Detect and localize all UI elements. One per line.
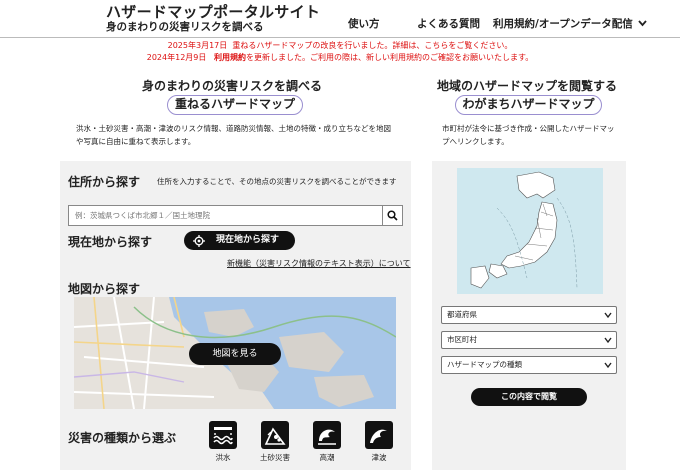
landslide-label: 土砂災害 xyxy=(260,453,290,462)
prefecture-select-value: 都道府県 xyxy=(447,310,477,319)
view-by-selection-button[interactable]: この内容で閲覧 xyxy=(471,388,587,406)
japan-map-image xyxy=(457,168,603,294)
flood-icon xyxy=(209,421,237,449)
wagamachi-hazard-map-link[interactable]: わがまちハザードマップ xyxy=(455,95,602,115)
notice-1-text: 重ねるハザードマップの改良を行いました。詳細は、 xyxy=(232,41,425,50)
notice-area: 2025年3月17日 重ねるハザードマップの改良を行いました。詳細は、こちらをご… xyxy=(0,40,680,64)
current-location-title: 現在地から探す xyxy=(68,235,153,249)
right-description: 市町村が法令に基づき作成・公開したハザードマップへリンクします。 xyxy=(442,124,615,146)
right-heading: 地域のハザードマップを閲覧する xyxy=(437,79,618,93)
tsunami-icon xyxy=(365,421,393,449)
disaster-type-storm-surge[interactable]: 高潮 xyxy=(313,421,341,463)
nav-terms[interactable]: 利用規約/オープンデータ配信 xyxy=(493,16,648,31)
notice-2-text: を更新しました。ご利用の際は、新しい利用規約のご確認をお願いいたします。 xyxy=(246,53,534,62)
address-search-button[interactable] xyxy=(382,206,402,225)
search-icon xyxy=(387,210,398,221)
japan-map[interactable] xyxy=(457,168,603,294)
chevron-down-icon xyxy=(604,362,612,369)
hazard-map-type-select-value: ハザードマップの種類 xyxy=(447,360,522,369)
notice-1-link[interactable]: こちら xyxy=(424,41,448,50)
address-search-title: 住所から探す xyxy=(68,175,141,189)
current-location-button-label: 現在地から探す xyxy=(215,235,279,245)
nav-usage[interactable]: 使い方 xyxy=(348,16,380,31)
disaster-type-flood[interactable]: 洪水 xyxy=(209,421,237,463)
notice-2-link[interactable]: 利用規約 xyxy=(214,53,246,62)
notice-2: 2024年12月9日 利用規約を更新しました。ご利用の際は、新しい利用規約のご確… xyxy=(0,52,680,64)
address-search-note: 住所を入力することで、その地点の災害リスクを調べることができます xyxy=(157,177,397,186)
address-search-box xyxy=(68,205,403,226)
current-location-button[interactable]: 現在地から探す xyxy=(184,231,295,250)
tsunami-label: 津波 xyxy=(371,453,387,462)
municipality-select-value: 市区町村 xyxy=(447,335,477,344)
disaster-type-landslide[interactable]: 土砂災害 xyxy=(260,421,290,463)
municipality-select[interactable]: 市区町村 xyxy=(441,331,617,349)
site-subtitle: 身のまわりの災害リスクを調べる xyxy=(106,21,264,33)
notice-1: 2025年3月17日 重ねるハザードマップの改良を行いました。詳細は、こちらをご… xyxy=(0,40,680,52)
kasaneru-hazard-map-link[interactable]: 重ねるハザードマップ xyxy=(167,95,303,115)
left-description: 洪水・土砂災害・高潮・津波のリスク情報、道路防災情報、土地の特徴・成り立ちなどを… xyxy=(76,124,391,146)
chevron-down-icon xyxy=(604,337,612,344)
hazard-map-type-select[interactable]: ハザードマップの種類 xyxy=(441,356,617,374)
prefecture-select[interactable]: 都道府県 xyxy=(441,306,617,324)
map-search-title: 地図から探す xyxy=(68,282,141,296)
disaster-type-tsunami[interactable]: 津波 xyxy=(365,421,393,463)
nav-faq[interactable]: よくある質問 xyxy=(417,16,480,31)
site-header: ハザードマップポータルサイト 身のまわりの災害リスクを調べる 使い方 よくある質… xyxy=(0,0,680,38)
notice-1-date: 2025年3月17日 xyxy=(167,41,228,50)
landslide-icon xyxy=(261,421,289,449)
nav-terms-label: 利用規約/オープンデータ配信 xyxy=(493,18,633,30)
location-target-icon xyxy=(193,234,205,247)
disaster-type-title: 災害の種類から選ぶ xyxy=(68,431,177,445)
view-map-button[interactable]: 地図を見る xyxy=(189,343,281,365)
left-heading: 身のまわりの災害リスクを調べる xyxy=(142,79,323,93)
flood-label: 洪水 xyxy=(215,453,231,462)
notice-1-after: をご覧ください。 xyxy=(448,41,513,50)
storm-surge-label: 高潮 xyxy=(319,453,335,462)
address-search-input[interactable] xyxy=(69,206,382,225)
chevron-down-icon xyxy=(604,312,612,319)
storm-surge-icon xyxy=(313,421,341,449)
new-feature-link[interactable]: 新機能（災害リスク情報のテキスト表示）について xyxy=(227,258,411,269)
notice-2-date: 2024年12月9日 xyxy=(146,53,207,62)
chevron-down-icon xyxy=(638,20,648,27)
map-preview[interactable]: 地図を見る xyxy=(74,297,396,409)
